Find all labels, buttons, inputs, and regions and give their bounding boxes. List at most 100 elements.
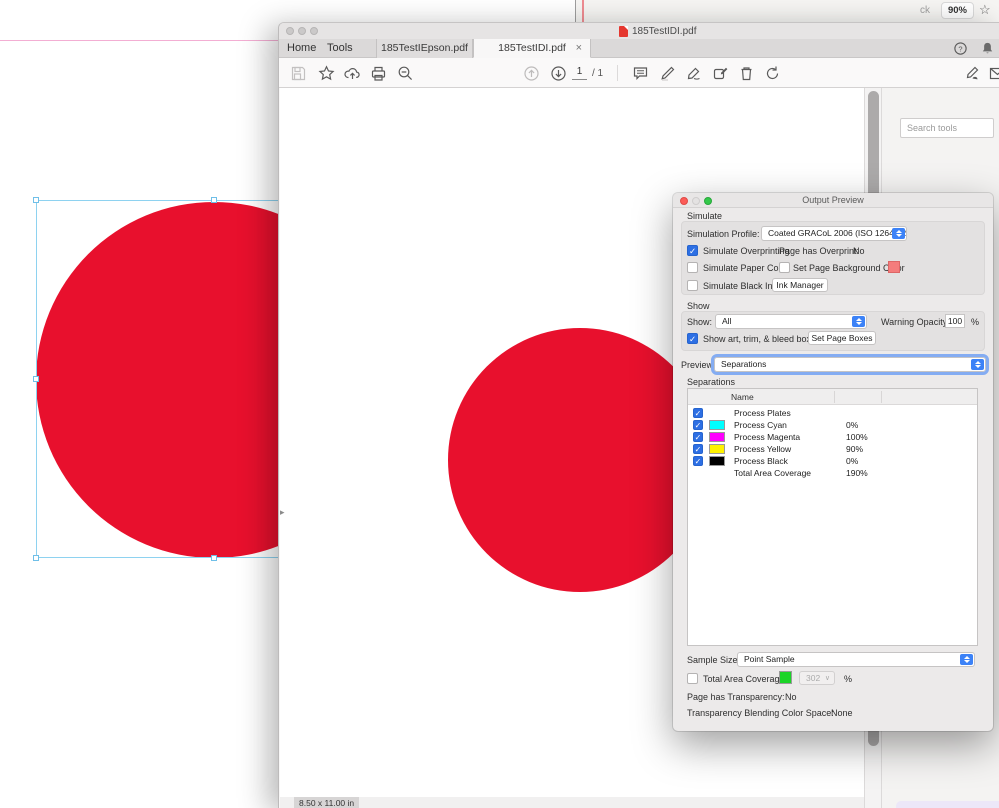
tac-color-swatch[interactable] xyxy=(779,671,792,684)
blending-color-space-value: None xyxy=(831,708,853,718)
previous-page-icon[interactable] xyxy=(523,65,540,82)
simulate-black-ink-checkbox[interactable] xyxy=(687,280,698,291)
minimize-window-button[interactable] xyxy=(298,27,306,35)
column-header-name: Name xyxy=(731,392,754,402)
ruler-guide-pink xyxy=(582,0,584,22)
total-area-coverage-checkbox[interactable] xyxy=(687,673,698,684)
tac-unit: % xyxy=(844,674,853,684)
dialog-titlebar[interactable]: Output Preview xyxy=(673,193,993,208)
zoom-out-icon[interactable] xyxy=(397,65,414,82)
magenta-swatch xyxy=(709,432,725,442)
print-icon[interactable] xyxy=(370,65,387,82)
browser-chrome-strip: ck 90% ☆ xyxy=(278,0,999,22)
bookmark-star-icon[interactable]: ☆ xyxy=(979,2,991,18)
sign-pen-icon[interactable] xyxy=(685,65,702,82)
window-title: 185TestIDI.pdf xyxy=(619,25,696,37)
separation-row[interactable]: ✓ Process Black 0% xyxy=(688,455,977,467)
send-signature-icon[interactable] xyxy=(963,65,980,82)
screenshot-canvas: ck 90% ☆ 185TestIDI.pdf Home Tools 185Te… xyxy=(0,0,999,808)
simulate-overprinting-checkbox[interactable]: ✓ xyxy=(687,245,698,256)
simulate-paper-color-label: Simulate Paper Color xyxy=(703,263,789,273)
page-has-transparency-value: No xyxy=(785,692,797,702)
simulate-section-label: Simulate xyxy=(687,211,723,221)
delete-trash-icon[interactable] xyxy=(738,65,755,82)
sample-size-label: Sample Size: xyxy=(687,655,741,665)
show-select[interactable]: All xyxy=(715,314,867,329)
page-has-overprint-label: Page has Overprint: xyxy=(779,246,860,256)
separation-row[interactable]: ✓ Process Cyan 0% xyxy=(688,419,977,431)
selection-handle[interactable] xyxy=(33,197,39,203)
document-bottom-strip xyxy=(280,797,864,808)
page-has-overprint-value: No xyxy=(853,246,865,256)
separation-row[interactable]: ✓ Process Yellow 90% xyxy=(688,443,977,455)
page-has-transparency-label: Page has Transparency: xyxy=(687,692,785,702)
notifications-bell-icon[interactable] xyxy=(980,41,995,56)
ink-manager-button[interactable]: Ink Manager xyxy=(772,278,828,292)
zoom-window-button[interactable] xyxy=(310,27,318,35)
star-favorite-icon[interactable] xyxy=(318,65,335,82)
margin-guide-line xyxy=(0,40,278,41)
selection-handle[interactable] xyxy=(211,197,217,203)
save-icon[interactable] xyxy=(290,65,307,82)
select-stepper-icon xyxy=(852,316,865,327)
partial-text: ck xyxy=(920,5,930,16)
simulate-paper-color-checkbox[interactable] xyxy=(687,262,698,273)
tac-value-select[interactable]: 302 xyxy=(799,671,835,685)
selection-handle[interactable] xyxy=(33,555,39,561)
doc-tab-inactive[interactable]: 185TestIEpson.pdf xyxy=(376,39,473,58)
show-boxes-checkbox[interactable]: ✓ xyxy=(687,333,698,344)
page-total-label: / 1 xyxy=(592,68,604,79)
next-page-icon[interactable] xyxy=(550,65,567,82)
separation-row-total: Total Area Coverage 190% xyxy=(734,468,868,478)
separation-row[interactable]: ✓ Process Plates xyxy=(688,407,977,419)
selection-bounding-box xyxy=(36,200,278,558)
plate-checkbox[interactable]: ✓ xyxy=(693,432,703,442)
plate-checkbox[interactable]: ✓ xyxy=(693,444,703,454)
acrobat-tabbar: Home Tools 185TestIEpson.pdf 185TestIDI.… xyxy=(279,39,999,58)
separations-section-label: Separations xyxy=(687,377,736,387)
set-page-bg-color-checkbox[interactable] xyxy=(779,262,790,273)
fill-sign-icon[interactable] xyxy=(712,65,729,82)
nav-pane-toggle-icon[interactable]: ▸ xyxy=(280,502,290,522)
show-section-label: Show xyxy=(687,301,710,311)
doc-tab-active[interactable]: 185TestIDI.pdf × xyxy=(473,39,591,58)
page-number-field[interactable]: 1 xyxy=(572,66,587,80)
plate-checkbox[interactable]: ✓ xyxy=(693,420,703,430)
set-page-boxes-button[interactable]: Set Page Boxes xyxy=(808,331,876,345)
highlight-pencil-icon[interactable] xyxy=(659,65,676,82)
separations-list: Name ✓ Process Plates ✓ Process Cyan 0% … xyxy=(687,388,978,646)
blending-color-space-label: Transparency Blending Color Space: xyxy=(687,708,834,718)
ruler-guide-grey xyxy=(575,0,576,22)
browser-zoom-badge[interactable]: 90% xyxy=(941,2,974,19)
yellow-swatch xyxy=(709,444,725,454)
simulation-profile-select[interactable]: Coated GRACoL 2006 (ISO 12647-2:200... xyxy=(761,226,907,241)
select-stepper-icon xyxy=(971,359,984,370)
warning-opacity-unit: % xyxy=(971,317,980,327)
selection-handle[interactable] xyxy=(33,376,39,382)
close-tab-icon[interactable]: × xyxy=(576,39,582,58)
selection-handle[interactable] xyxy=(211,555,217,561)
output-preview-dialog: Output Preview Simulate Simulation Profi… xyxy=(673,193,993,731)
close-window-button[interactable] xyxy=(286,27,294,35)
email-envelope-icon[interactable] xyxy=(989,65,999,82)
help-icon[interactable]: ? xyxy=(953,41,968,56)
svg-text:?: ? xyxy=(958,44,962,53)
share-upload-icon[interactable] xyxy=(344,65,361,82)
sample-size-select[interactable]: Point Sample xyxy=(737,652,975,667)
plate-checkbox[interactable]: ✓ xyxy=(693,408,703,418)
tab-tools[interactable]: Tools xyxy=(327,39,353,58)
search-tools-input[interactable] xyxy=(900,118,994,138)
page-bg-color-swatch[interactable] xyxy=(888,261,900,273)
black-swatch xyxy=(709,456,725,466)
separations-header[interactable]: Name xyxy=(688,389,977,405)
separation-row[interactable]: ✓ Process Magenta 100% xyxy=(688,431,977,443)
warning-opacity-field[interactable]: 100 xyxy=(945,314,965,328)
acrobat-titlebar: 185TestIDI.pdf xyxy=(279,23,999,39)
show-boxes-label: Show art, trim, & bleed boxes xyxy=(703,334,821,344)
preview-select[interactable]: Separations xyxy=(711,354,989,375)
comment-icon[interactable] xyxy=(632,65,649,82)
plate-checkbox[interactable]: ✓ xyxy=(693,456,703,466)
warning-opacity-label: Warning Opacity: xyxy=(881,317,950,327)
rotate-icon[interactable] xyxy=(764,65,781,82)
tab-home[interactable]: Home xyxy=(287,39,316,58)
